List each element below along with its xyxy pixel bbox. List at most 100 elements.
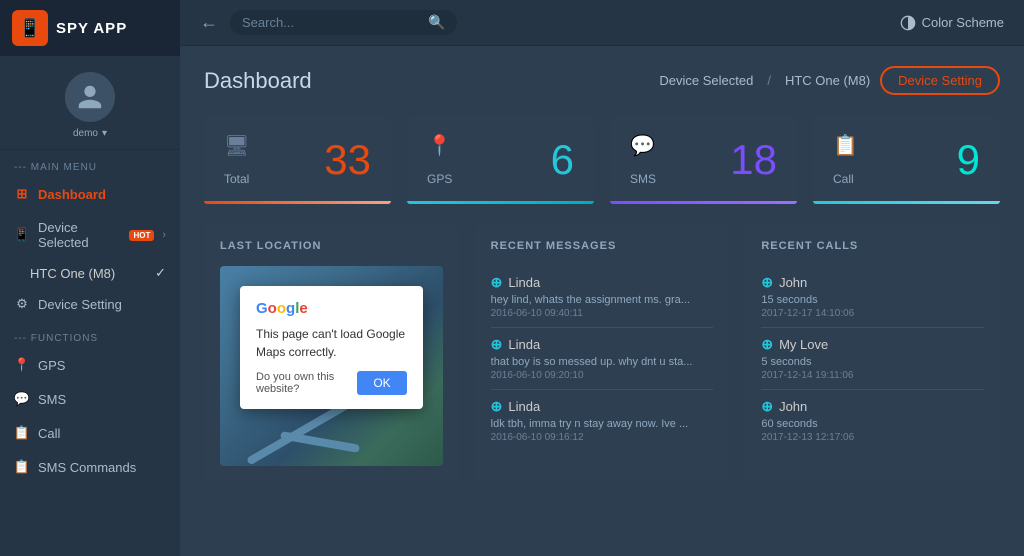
call-time-0: 2017-12-17 14:10:06: [761, 308, 984, 319]
monitor-icon: 🖥: [224, 133, 249, 158]
list-item: ⊕ John 15 seconds 2017-12-17 14:10:06: [761, 266, 984, 328]
color-scheme-icon: [900, 15, 916, 31]
message-sender-2: ⊕ Linda: [491, 398, 714, 415]
sidebar-item-sms[interactable]: 💬 SMS: [0, 382, 180, 416]
panel-location: LAST LOCATION Google This page can't loa…: [204, 224, 459, 482]
message-time-2: 2016-06-10 09:16:12: [491, 432, 714, 443]
section-main-label: --- MAIN MENU: [0, 150, 180, 177]
sidebar-header: 📱 SPY APP: [0, 0, 180, 56]
location-panel-title: LAST LOCATION: [220, 240, 443, 252]
gear-icon: ⚙: [14, 296, 30, 312]
page-header-right: Device Selected / HTC One (M8) Device Se…: [659, 66, 1000, 95]
color-scheme-label: Color Scheme: [922, 15, 1004, 30]
messages-panel-title: RECENT MESSAGES: [491, 240, 714, 252]
check-icon: ✓: [155, 265, 166, 281]
stat-call: 📋 Call 9: [813, 115, 1000, 204]
back-button[interactable]: ←: [200, 12, 218, 33]
stat-call-left: 📋 Call: [833, 133, 858, 186]
call-sender-1: ⊕ My Love: [761, 336, 984, 353]
app-logo-icon: 📱: [12, 10, 48, 46]
sidebar-sms-commands-label: SMS Commands: [38, 460, 136, 475]
dashboard-icon: ⊞: [14, 186, 30, 202]
message-text-1: that boy is so messed up. why dnt u sta.…: [491, 356, 714, 368]
sidebar-item-gps[interactable]: 📍 GPS: [0, 348, 180, 382]
stat-call-value: 9: [957, 136, 980, 184]
app-title: SPY APP: [56, 20, 127, 37]
google-logo: Google: [256, 300, 407, 317]
user-icon: [76, 83, 104, 111]
stat-total-value: 33: [324, 136, 371, 184]
call-duration-1: 5 seconds: [761, 356, 984, 368]
message-time-1: 2016-06-10 09:20:10: [491, 370, 714, 381]
stat-sms: 💬 SMS 18: [610, 115, 797, 204]
panel-messages: RECENT MESSAGES ⊕ Linda hey lind, whats …: [475, 224, 730, 482]
call-sender-2: ⊕ John: [761, 398, 984, 415]
sidebar-sms-label: SMS: [38, 392, 66, 407]
stat-gps: 📍 GPS 6: [407, 115, 594, 204]
call-icon: 📋: [14, 425, 30, 441]
sidebar-item-device-setting[interactable]: ⚙ Device Setting: [0, 287, 180, 321]
sms-icon: 💬: [14, 391, 30, 407]
sidebar-item-dashboard[interactable]: ⊞ Dashboard: [0, 177, 180, 211]
topbar-right[interactable]: Color Scheme: [900, 15, 1004, 31]
chat-icon: 💬: [630, 133, 656, 158]
section-functions-label: --- FUNCTIONS: [0, 321, 180, 348]
pin-icon: 📍: [427, 133, 452, 158]
breadcrumb-device-name: HTC One (M8): [785, 73, 870, 88]
list-item: ⊕ Linda hey lind, whats the assignment m…: [491, 266, 714, 328]
topbar: ← 🔍 Color Scheme: [180, 0, 1024, 46]
stat-call-label: Call: [833, 172, 858, 186]
stat-gps-label: GPS: [427, 172, 452, 186]
sidebar-item-device-selected[interactable]: 📱 Device Selected HOT ›: [0, 211, 180, 259]
dialog-question: Do you own this website?: [256, 371, 357, 395]
call-duration-2: 60 seconds: [761, 418, 984, 430]
sidebar-item-call[interactable]: 📋 Call: [0, 416, 180, 450]
maps-error-dialog: Google This page can't load Google Maps …: [240, 286, 423, 409]
page-title: Dashboard: [204, 68, 312, 94]
list-item: ⊕ My Love 5 seconds 2017-12-14 19:11:06: [761, 328, 984, 390]
stat-gps-left: 📍 GPS: [427, 133, 452, 186]
list-item: ⊕ John 60 seconds 2017-12-13 12:17:06: [761, 390, 984, 451]
stat-sms-left: 💬 SMS: [630, 133, 656, 186]
call-sender-0: ⊕ John: [761, 274, 984, 291]
topbar-left: ← 🔍: [200, 10, 457, 35]
main-content: ← 🔍 Color Scheme Dashboard Device Select…: [180, 0, 1024, 556]
calls-panel-title: RECENT CALLS: [761, 240, 984, 252]
plus-icon: ⊕: [491, 398, 503, 415]
plus-icon: ⊕: [761, 336, 773, 353]
panel-calls: RECENT CALLS ⊕ John 15 seconds 2017-12-1…: [745, 224, 1000, 482]
message-text-0: hey lind, whats the assignment ms. gra..…: [491, 294, 714, 306]
content-area: Dashboard Device Selected / HTC One (M8)…: [180, 46, 1024, 556]
maps-error-message: This page can't load Google Maps correct…: [256, 325, 407, 361]
stat-total-left: 🖥 Total: [224, 133, 249, 186]
stat-total: 🖥 Total 33: [204, 115, 391, 204]
sidebar: 📱 SPY APP demo ▾ --- MAIN MENU ⊞ Dashboa…: [0, 0, 180, 556]
plus-icon: ⊕: [491, 274, 503, 291]
plus-icon: ⊕: [761, 398, 773, 415]
breadcrumb-separator: /: [767, 73, 771, 88]
sidebar-item-device-selected-label: Device Selected: [38, 220, 119, 250]
messages-list: ⊕ Linda hey lind, whats the assignment m…: [491, 266, 714, 451]
map-container: Google This page can't load Google Maps …: [220, 266, 443, 466]
device-icon: 📱: [14, 227, 30, 243]
stat-sms-value: 18: [730, 136, 777, 184]
search-box: 🔍: [230, 10, 457, 35]
message-text-2: ldk tbh, imma try n stay away now. Ive .…: [491, 418, 714, 430]
plus-icon: ⊕: [491, 336, 503, 353]
call-time-2: 2017-12-13 12:17:06: [761, 432, 984, 443]
sidebar-item-sms-commands[interactable]: 📋 SMS Commands: [0, 450, 180, 484]
device-setting-button[interactable]: Device Setting: [880, 66, 1000, 95]
dialog-footer: Do you own this website? OK: [256, 371, 407, 395]
call-duration-0: 15 seconds: [761, 294, 984, 306]
panels-row: LAST LOCATION Google This page can't loa…: [204, 224, 1000, 482]
breadcrumb-device-selected: Device Selected: [659, 73, 753, 88]
dialog-ok-button[interactable]: OK: [357, 371, 406, 395]
search-input[interactable]: [242, 15, 422, 30]
sidebar-item-device-name[interactable]: HTC One (M8) ✓: [0, 259, 180, 287]
device-name-label: HTC One (M8): [30, 266, 115, 281]
sidebar-item-dashboard-label: Dashboard: [38, 187, 106, 202]
stat-gps-value: 6: [551, 136, 574, 184]
hot-badge: HOT: [129, 230, 154, 241]
sidebar-call-label: Call: [38, 426, 60, 441]
message-time-0: 2016-06-10 09:40:11: [491, 308, 714, 319]
